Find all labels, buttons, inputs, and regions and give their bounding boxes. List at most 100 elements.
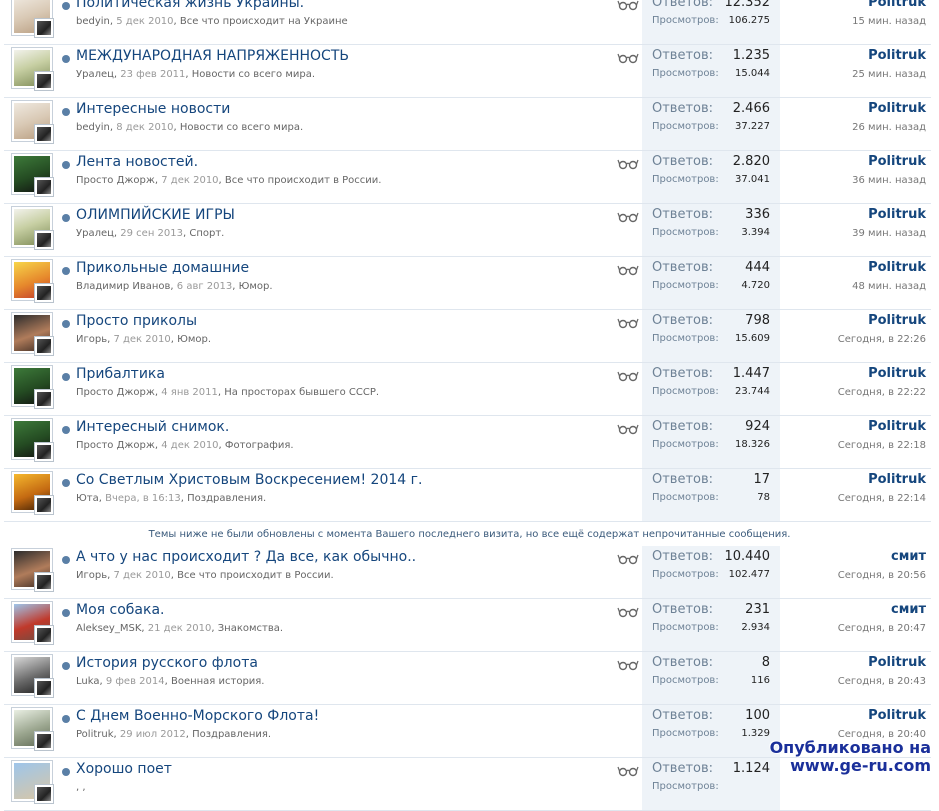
last-poster-avatar[interactable] xyxy=(34,336,54,356)
topic-title-link[interactable]: МЕЖДУНАРОДНАЯ НАПРЯЖЕННОСТЬ xyxy=(76,48,349,64)
last-poster-avatar[interactable] xyxy=(34,678,54,698)
unread-bullet-icon[interactable] xyxy=(62,320,70,328)
last-poster-avatar[interactable] xyxy=(34,731,54,751)
topic-forum-link[interactable]: Военная история. xyxy=(171,676,265,687)
last-post-time-link[interactable]: 48 мин. назад xyxy=(852,281,926,292)
last-poster-avatar[interactable] xyxy=(34,495,54,515)
last-post-time-link[interactable]: 26 мин. назад xyxy=(852,122,926,133)
last-poster-avatar[interactable] xyxy=(34,124,54,144)
last-post-time-link[interactable]: Сегодня, в 20:43 xyxy=(838,676,926,687)
last-poster-avatar[interactable] xyxy=(34,625,54,645)
last-post-time-link[interactable]: 36 мин. назад xyxy=(852,175,926,186)
last-post-user-link[interactable]: Politruk xyxy=(868,101,926,116)
unread-bullet-icon[interactable] xyxy=(62,373,70,381)
topic-author-link[interactable]: Уралец xyxy=(76,69,114,80)
topic-title-link[interactable]: С Днем Военно-Морского Флота! xyxy=(76,708,319,724)
topic-title-link[interactable]: ОЛИМПИЙСКИЕ ИГРЫ xyxy=(76,207,235,223)
unread-bullet-icon[interactable] xyxy=(62,768,70,776)
unread-bullet-icon[interactable] xyxy=(62,2,70,10)
topic-author-link[interactable]: Aleksey_MSK xyxy=(76,623,141,634)
last-post-user-link[interactable]: Politruk xyxy=(868,313,926,328)
last-post-user-link[interactable]: Politruk xyxy=(868,708,926,723)
last-post-time-link[interactable]: 25 мин. назад xyxy=(852,69,926,80)
topic-title-link[interactable]: Политическая жизнь Украины. xyxy=(76,0,304,11)
unread-bullet-icon[interactable] xyxy=(62,426,70,434)
topic-forum-link[interactable]: Новости со всего мира. xyxy=(192,69,315,80)
topic-title-link[interactable]: Прикольные домашние xyxy=(76,260,249,276)
last-post-time-link[interactable]: 39 мин. назад xyxy=(852,228,926,239)
last-poster-avatar[interactable] xyxy=(34,283,54,303)
topic-author-link[interactable]: Politruk xyxy=(76,729,114,740)
last-post-time-link[interactable]: Сегодня, в 22:18 xyxy=(838,440,926,451)
unread-bullet-icon[interactable] xyxy=(62,556,70,564)
topic-forum-link[interactable]: Все что происходит на Украине xyxy=(180,16,348,27)
unread-bullet-icon[interactable] xyxy=(62,609,70,617)
topic-author-link[interactable]: Игорь xyxy=(76,570,107,581)
last-post-user-link[interactable]: Politruk xyxy=(868,154,926,169)
topic-author-link[interactable]: bedyin xyxy=(76,122,110,133)
topic-forum-link[interactable]: Новости со всего мира. xyxy=(180,122,303,133)
last-post-time-link[interactable]: Сегодня, в 22:26 xyxy=(838,334,926,345)
last-post-user-link[interactable]: смит xyxy=(891,549,926,564)
last-poster-avatar[interactable] xyxy=(34,71,54,91)
last-post-user-link[interactable]: Politruk xyxy=(868,655,926,670)
topic-forum-link[interactable]: Юмор. xyxy=(239,281,273,292)
topic-forum-link[interactable]: На просторах бывшего СССР. xyxy=(224,387,379,398)
topic-forum-link[interactable]: Все что происходит в России. xyxy=(177,570,334,581)
topic-forum-link[interactable]: Спорт. xyxy=(189,228,224,239)
last-post-user-link[interactable]: Politruk xyxy=(868,366,926,381)
last-post-user-link[interactable]: Politruk xyxy=(868,419,926,434)
topic-author-link[interactable]: Владимир Иванов xyxy=(76,281,170,292)
last-post-time-link[interactable]: Сегодня, в 22:14 xyxy=(838,493,926,504)
topic-title-link[interactable]: История русского флота xyxy=(76,655,258,671)
last-poster-avatar[interactable] xyxy=(34,442,54,462)
topic-title-link[interactable]: Интересные новости xyxy=(76,101,230,117)
topic-title-link[interactable]: Хорошо поет xyxy=(76,761,172,777)
topic-title-link[interactable]: А что у нас происходит ? Да все, как обы… xyxy=(76,549,416,565)
last-post-time-link[interactable]: 15 мин. назад xyxy=(852,16,926,27)
topic-author-link[interactable]: Уралец xyxy=(76,228,114,239)
last-post-user-link[interactable]: Politruk xyxy=(868,207,926,222)
unread-bullet-icon[interactable] xyxy=(62,55,70,63)
last-post-user-link[interactable]: Politruk xyxy=(868,472,926,487)
last-poster-avatar[interactable] xyxy=(34,784,54,804)
last-post-user-link[interactable]: смит xyxy=(891,602,926,617)
last-poster-avatar[interactable] xyxy=(34,572,54,592)
topic-forum-link[interactable]: Знакомства. xyxy=(218,623,283,634)
last-post-user-link[interactable]: Politruk xyxy=(868,0,926,10)
last-poster-avatar[interactable] xyxy=(34,389,54,409)
topic-forum-link[interactable]: Юмор. xyxy=(177,334,211,345)
topic-title-link[interactable]: Со Светлым Христовым Воскресением! 2014 … xyxy=(76,472,422,488)
topic-author-link[interactable]: Игорь xyxy=(76,334,107,345)
topic-author-link[interactable]: Просто Джорж xyxy=(76,175,155,186)
topic-title-link[interactable]: Просто приколы xyxy=(76,313,197,329)
last-post-user-link[interactable]: Politruk xyxy=(868,48,926,63)
unread-bullet-icon[interactable] xyxy=(62,214,70,222)
topic-title-link[interactable]: Лента новостей. xyxy=(76,154,198,170)
topic-forum-link[interactable]: Поздравления. xyxy=(187,493,266,504)
last-post-user-link[interactable]: Politruk xyxy=(868,260,926,275)
last-poster-avatar[interactable] xyxy=(34,18,54,38)
topic-forum-link[interactable]: Поздравления. xyxy=(192,729,271,740)
last-post-time-link[interactable]: Сегодня, в 22:22 xyxy=(838,387,926,398)
unread-bullet-icon[interactable] xyxy=(62,267,70,275)
topic-author-link[interactable]: Просто Джорж xyxy=(76,387,155,398)
topic-forum-link[interactable]: Все что происходит в России. xyxy=(225,175,382,186)
topic-title-link[interactable]: Интересный снимок. xyxy=(76,419,229,435)
topic-author-link[interactable]: bedyin xyxy=(76,16,110,27)
topic-author-link[interactable]: Юта xyxy=(76,493,99,504)
last-poster-avatar[interactable] xyxy=(34,177,54,197)
last-post-time-link[interactable]: Сегодня, в 20:56 xyxy=(838,570,926,581)
unread-bullet-icon[interactable] xyxy=(62,662,70,670)
topic-title-link[interactable]: Прибалтика xyxy=(76,366,165,382)
unread-bullet-icon[interactable] xyxy=(62,108,70,116)
topic-forum-link[interactable]: Фотография. xyxy=(225,440,294,451)
topic-author-link[interactable]: Luka xyxy=(76,676,99,687)
unread-bullet-icon[interactable] xyxy=(62,479,70,487)
last-poster-avatar[interactable] xyxy=(34,230,54,250)
topic-author-link[interactable]: Просто Джорж xyxy=(76,440,155,451)
topic-title-link[interactable]: Моя собака. xyxy=(76,602,164,618)
last-post-time-link[interactable]: Сегодня, в 20:47 xyxy=(838,623,926,634)
unread-bullet-icon[interactable] xyxy=(62,715,70,723)
unread-bullet-icon[interactable] xyxy=(62,161,70,169)
